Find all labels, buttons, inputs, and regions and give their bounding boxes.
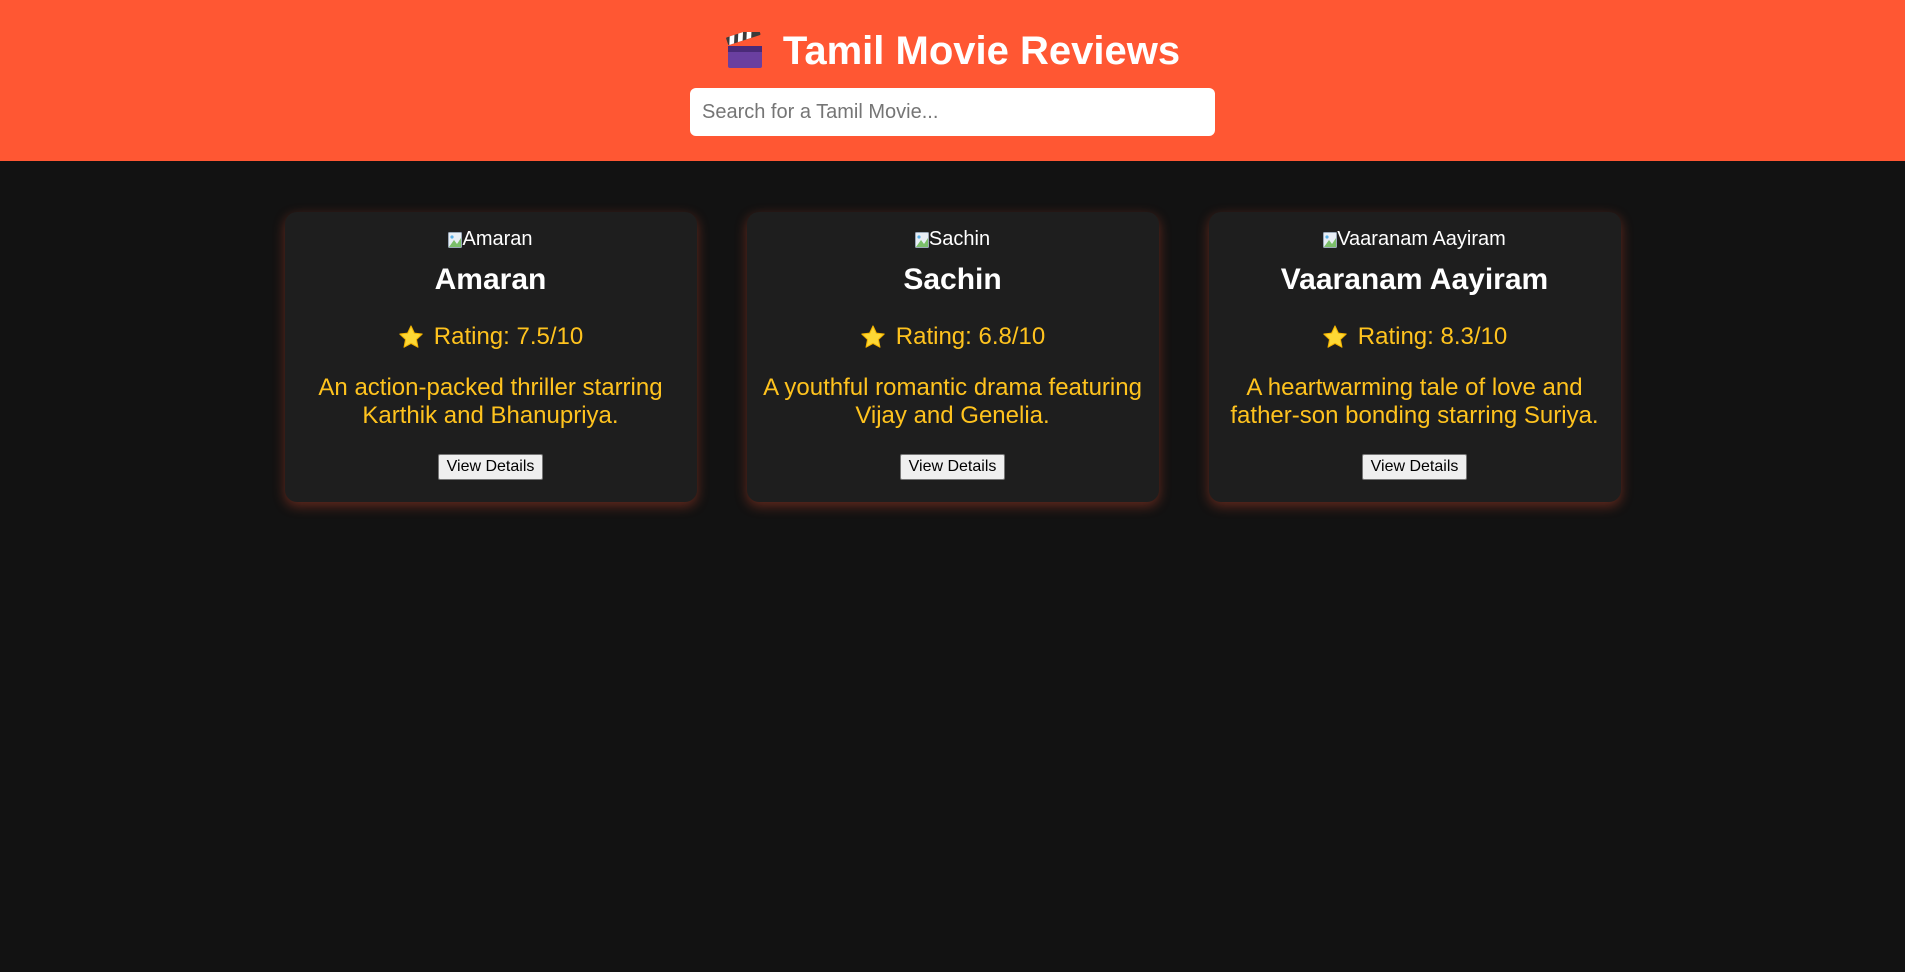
star-icon	[398, 324, 424, 350]
search-input[interactable]	[690, 88, 1215, 136]
view-details-button[interactable]: View Details	[899, 454, 1006, 480]
movie-rating: Rating: 8.3/10	[1322, 322, 1507, 352]
movie-title: Sachin	[903, 263, 1002, 296]
view-details-button[interactable]: View Details	[1361, 454, 1468, 480]
movie-card: Sachin Sachin Rating: 6.8/10 A youthful …	[746, 212, 1159, 502]
movie-rating: Rating: 7.5/10	[398, 322, 583, 352]
star-icon	[860, 324, 886, 350]
movie-title: Amaran	[434, 263, 547, 296]
broken-image-icon	[1323, 231, 1338, 248]
movie-rating: Rating: 6.8/10	[860, 322, 1045, 352]
star-icon	[1322, 324, 1348, 350]
movie-description: A youthful romantic drama featuring Vija…	[763, 374, 1142, 429]
movie-description: A heartwarming tale of love and father-s…	[1230, 374, 1599, 429]
movie-poster: Sachin	[914, 227, 991, 251]
broken-image-icon	[448, 231, 463, 248]
rating-text: Rating: 6.8/10	[895, 323, 1046, 350]
movie-description: An action-packed thriller starring Karth…	[318, 374, 663, 429]
movie-card: Vaaranam Aayiram Vaaranam Aayiram Rating…	[1208, 212, 1621, 502]
clapperboard-icon	[725, 32, 765, 70]
poster-alt-text: Vaaranam Aayiram	[1337, 227, 1506, 250]
page-title: Tamil Movie Reviews	[725, 26, 1180, 76]
poster-alt-text: Amaran	[462, 227, 533, 250]
movie-card: Amaran Amaran Rating: 7.5/10 An action-p…	[284, 212, 697, 502]
movie-poster: Amaran	[448, 227, 533, 251]
rating-text: Rating: 7.5/10	[433, 323, 584, 350]
broken-image-icon	[914, 231, 929, 248]
rating-text: Rating: 8.3/10	[1357, 323, 1508, 350]
page-title-text: Tamil Movie Reviews	[782, 29, 1181, 73]
movie-poster: Vaaranam Aayiram	[1323, 227, 1506, 251]
app-header: Tamil Movie Reviews	[0, 0, 1905, 161]
view-details-button[interactable]: View Details	[437, 454, 544, 480]
movie-title: Vaaranam Aayiram	[1280, 263, 1549, 296]
poster-alt-text: Sachin	[928, 227, 991, 250]
movie-grid: Amaran Amaran Rating: 7.5/10 An action-p…	[0, 212, 1905, 502]
